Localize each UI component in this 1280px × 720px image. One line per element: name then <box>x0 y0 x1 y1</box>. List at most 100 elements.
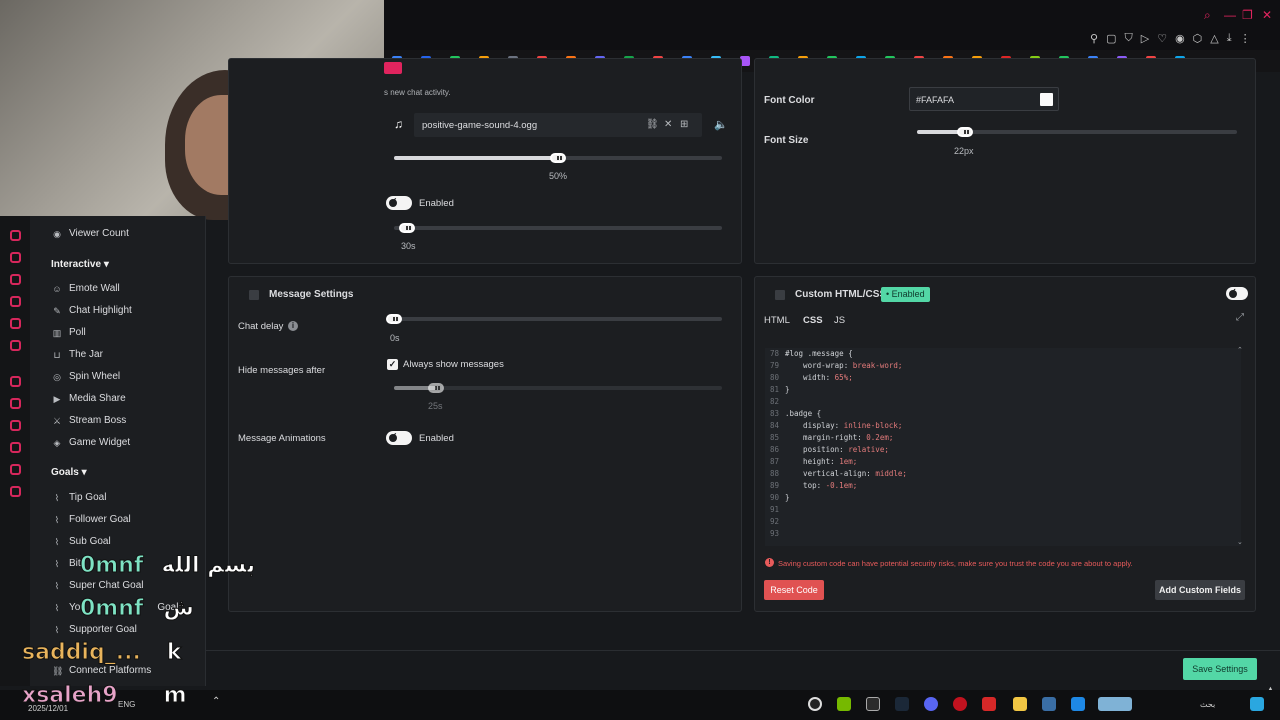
save-settings-button[interactable]: Save Settings <box>1183 658 1257 680</box>
rail-icon[interactable] <box>10 464 21 475</box>
maximize-icon[interactable]: ❐ <box>1242 8 1253 22</box>
rail-icon[interactable] <box>10 420 21 431</box>
sidebar-item-super-chat-goal[interactable]: ⌇ Super Chat Goal <box>52 580 144 591</box>
sidebar-item-game-widget[interactable]: ◈ Game Widget <box>52 437 131 448</box>
line-number: 88 <box>769 469 779 478</box>
duration-slider-track[interactable] <box>394 226 722 230</box>
css-code-editor[interactable]: 78 #log .message {79 word-wrap: break-wor… <box>765 348 1241 546</box>
rail-icon[interactable] <box>10 318 21 329</box>
rail-icon[interactable] <box>10 252 21 263</box>
epic-icon[interactable] <box>866 697 880 711</box>
tab-js[interactable]: JS <box>834 315 845 326</box>
obs-icon[interactable] <box>808 697 822 711</box>
add-custom-fields-button[interactable]: Add Custom Fields <box>1155 580 1245 600</box>
message-settings-title: Message Settings <box>269 289 354 300</box>
color-swatch[interactable] <box>1040 93 1053 106</box>
folder-icon[interactable] <box>1013 697 1027 711</box>
font-size-slider-knob[interactable] <box>957 127 973 137</box>
taskbar-language[interactable]: ENG <box>118 700 135 709</box>
line-number: 82 <box>769 397 779 406</box>
sidebar-item-connect-platforms[interactable]: ⛓ Connect Platforms <box>52 665 151 676</box>
windows-icon[interactable] <box>1250 697 1264 711</box>
sidebar-item-chat-highlight[interactable]: ✎ Chat Highlight <box>52 305 132 316</box>
mail-icon[interactable] <box>1071 697 1085 711</box>
grid-icon[interactable]: ⊞ <box>680 119 688 130</box>
sidebar-header-goals[interactable]: Goals ▾ <box>51 467 87 478</box>
sidebar-item-bit-goal[interactable]: ⌇ Bit <box>52 558 81 569</box>
rail-icon[interactable] <box>10 442 21 453</box>
rail-icon[interactable] <box>10 398 21 409</box>
clear-icon[interactable]: ✕ <box>664 119 672 130</box>
sidebar-item-stream-boss[interactable]: ⚔ Stream Boss <box>52 415 126 426</box>
expand-icon[interactable]: ⤢ <box>1236 312 1244 323</box>
shield-icon[interactable]: ⛉ <box>1124 32 1132 45</box>
code-line: 89 top: -0.1em; <box>765 480 1241 492</box>
duration-slider-knob[interactable] <box>399 223 415 233</box>
search-box[interactable] <box>1098 697 1132 711</box>
nvidia-icon[interactable] <box>837 697 851 711</box>
line-number: 90 <box>769 493 779 502</box>
rail-icon[interactable] <box>10 376 21 387</box>
sidebar-item-tip-goal[interactable]: ⌇ Tip Goal <box>52 492 107 503</box>
sidebar-item-spin-wheel[interactable]: ◎ Spin Wheel <box>52 371 120 382</box>
sidebar-item-emote-wall[interactable]: ☺ Emote Wall <box>52 283 119 294</box>
close-icon[interactable]: ✕ <box>1262 8 1272 22</box>
download-icon[interactable]: ⤓ <box>1227 32 1232 45</box>
wheel-icon: ◎ <box>53 371 61 382</box>
pin-icon[interactable]: ⚲ <box>1090 32 1098 45</box>
tab-html[interactable]: HTML <box>764 315 790 326</box>
sidebar-item-supporter-goal[interactable]: ⌇ Supporter Goal <box>52 624 137 635</box>
sidebar-item-media-share[interactable]: ▶ Media Share <box>52 393 126 404</box>
chat-username: 0mnf <box>79 596 144 622</box>
animations-enabled-label: Enabled <box>419 433 454 444</box>
discord-icon[interactable] <box>924 697 938 711</box>
chat-delay-slider-knob[interactable] <box>386 314 402 324</box>
minimize-icon[interactable]: — <box>1224 8 1236 22</box>
scroll-down-icon[interactable]: ⌄ <box>1237 538 1243 546</box>
alert-accent <box>384 62 402 74</box>
collapse-icon[interactable] <box>249 290 259 300</box>
rail-icon[interactable] <box>10 230 21 241</box>
info-icon[interactable]: i <box>288 321 298 331</box>
sidebar-item-label: Bit <box>69 558 81 569</box>
play-icon[interactable]: ▷ <box>1141 32 1149 45</box>
sidebar-item-poll[interactable]: ▥ Poll <box>52 327 86 338</box>
sidebar-item-the-jar[interactable]: ⊔ The Jar <box>52 349 102 360</box>
bell-icon[interactable]: △ <box>1210 32 1218 45</box>
reset-code-button[interactable]: Reset Code <box>764 580 824 600</box>
app-icon[interactable] <box>982 697 996 711</box>
extensions-icon[interactable]: ⬡ <box>1193 32 1203 45</box>
hide-after-slider-knob[interactable] <box>428 383 444 393</box>
custom-code-toggle[interactable]: ✓ <box>1226 287 1248 300</box>
chat-delay-slider-track[interactable] <box>386 317 722 321</box>
volume-slider-knob[interactable] <box>550 153 566 163</box>
collapse-icon[interactable] <box>775 290 785 300</box>
rail-icon[interactable] <box>10 486 21 497</box>
heart-icon[interactable]: ♡ <box>1157 32 1167 45</box>
scroll-up-icon[interactable]: ⌃ <box>1237 346 1243 354</box>
opera-icon[interactable] <box>953 697 967 711</box>
wifi-icon[interactable]: ◉ <box>1175 32 1185 45</box>
store-icon[interactable] <box>1042 697 1056 711</box>
sidebar-item-label: Chat Highlight <box>69 305 132 316</box>
viewer-icon: ◉ <box>53 228 61 239</box>
link-icon[interactable]: ⛓ <box>646 119 659 130</box>
note-icon[interactable]: ▢ <box>1106 32 1116 45</box>
sidebar-item-sub-goal[interactable]: ⌇ Sub Goal <box>52 536 111 547</box>
rail-icon[interactable] <box>10 296 21 307</box>
steam-icon[interactable] <box>895 697 909 711</box>
volume-icon[interactable]: 🔈 <box>714 118 728 131</box>
always-show-checkbox[interactable]: ✓ <box>387 359 398 370</box>
sidebar-item-viewer-count[interactable]: ◉ Viewer Count <box>52 228 129 239</box>
sidebar-item-follower-goal[interactable]: ⌇ Follower Goal <box>52 514 131 525</box>
menu-icon[interactable]: ⋮ <box>1240 32 1251 45</box>
alert-enabled-toggle[interactable]: ✓ <box>386 196 412 210</box>
search-icon[interactable]: ⌕ <box>1204 8 1211 23</box>
chevron-up-icon[interactable]: ⌃ <box>212 696 220 707</box>
tab-css[interactable]: CSS <box>803 315 823 326</box>
rail-icon[interactable] <box>10 340 21 351</box>
animations-toggle[interactable]: ✓ <box>386 431 412 445</box>
sidebar-header-interactive[interactable]: Interactive ▾ <box>51 259 109 270</box>
rail-icon[interactable] <box>10 274 21 285</box>
code-line: 79 word-wrap: break-word; <box>765 360 1241 372</box>
